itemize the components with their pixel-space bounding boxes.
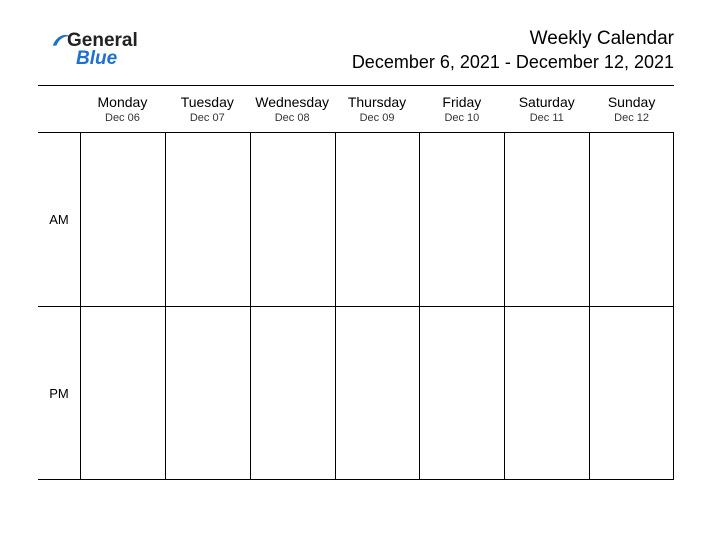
day-name: Tuesday: [165, 94, 250, 110]
cells-col-wed: [250, 132, 335, 480]
cell-tue-pm: [165, 306, 250, 480]
cell-mon-pm: [80, 306, 165, 480]
day-date: Dec 08: [250, 112, 335, 124]
logo-text-blue: Blue: [76, 48, 117, 70]
cell-wed-pm: [250, 306, 335, 480]
cell-sat-am: [504, 132, 589, 306]
day-date: Dec 11: [504, 112, 589, 124]
title-area: Weekly Calendar December 6, 2021 - Decem…: [352, 28, 674, 73]
day-date: Dec 09: [335, 112, 420, 124]
day-name: Sunday: [589, 94, 674, 110]
cells-col-fri: [419, 132, 504, 480]
cell-wed-am: [250, 132, 335, 306]
day-header-sat: Saturday Dec 11: [504, 94, 589, 132]
page-title: Weekly Calendar: [352, 28, 674, 50]
day-headers: Monday Dec 06 Tuesday Dec 07 Wednesday D…: [38, 94, 674, 132]
row-label-pm: PM: [38, 306, 80, 480]
cells-col-mon: [80, 132, 165, 480]
cell-tue-am: [165, 132, 250, 306]
cell-sun-pm: [589, 306, 674, 480]
cell-fri-pm: [419, 306, 504, 480]
cell-thu-am: [335, 132, 420, 306]
logo: General Blue: [50, 30, 138, 70]
day-header-mon: Monday Dec 06: [80, 94, 165, 132]
day-date: Dec 10: [419, 112, 504, 124]
day-header-tue: Tuesday Dec 07: [165, 94, 250, 132]
day-date: Dec 06: [80, 112, 165, 124]
cells-col-sat: [504, 132, 589, 480]
day-name: Thursday: [335, 94, 420, 110]
cell-sat-pm: [504, 306, 589, 480]
day-name: Wednesday: [250, 94, 335, 110]
day-header-wed: Wednesday Dec 08: [250, 94, 335, 132]
calendar: Monday Dec 06 Tuesday Dec 07 Wednesday D…: [38, 94, 674, 480]
day-header-sun: Sunday Dec 12: [589, 94, 674, 132]
row-label-am: AM: [38, 132, 80, 306]
calendar-grid: AM PM: [38, 132, 674, 480]
day-name: Friday: [419, 94, 504, 110]
day-date: Dec 12: [589, 112, 674, 124]
header-divider: [38, 85, 674, 86]
cells-col-thu: [335, 132, 420, 480]
day-name: Saturday: [504, 94, 589, 110]
row-labels: AM PM: [38, 132, 80, 480]
cells-col-sun: [589, 132, 674, 480]
header: General Blue Weekly Calendar December 6,…: [32, 28, 680, 73]
day-header-thu: Thursday Dec 09: [335, 94, 420, 132]
cell-thu-pm: [335, 306, 420, 480]
day-date: Dec 07: [165, 112, 250, 124]
day-header-fri: Friday Dec 10: [419, 94, 504, 132]
cell-sun-am: [589, 132, 674, 306]
row-label-spacer: [38, 94, 80, 132]
page-subtitle: December 6, 2021 - December 12, 2021: [352, 52, 674, 73]
cell-fri-am: [419, 132, 504, 306]
cells-col-tue: [165, 132, 250, 480]
day-name: Monday: [80, 94, 165, 110]
cell-mon-am: [80, 132, 165, 306]
